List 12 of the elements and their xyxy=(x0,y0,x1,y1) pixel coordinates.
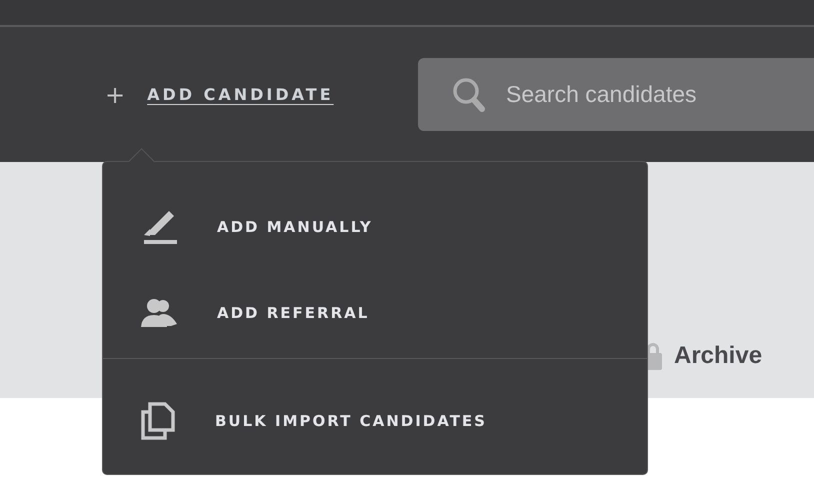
add-candidate-link[interactable]: ADD CANDIDATE xyxy=(147,85,334,104)
search-icon xyxy=(452,76,486,112)
people-icon xyxy=(141,298,177,328)
menu-item[interactable]: BULK IMPORT CANDIDATES xyxy=(103,378,647,464)
plus-icon[interactable]: + xyxy=(105,80,126,108)
menu-item[interactable]: ADD MANUALLY xyxy=(103,184,647,270)
menu-item[interactable]: ADD REFERRAL xyxy=(103,270,647,356)
search-bar[interactable]: Search candidates xyxy=(418,58,814,131)
search-field[interactable]: Search candidates xyxy=(504,80,808,109)
archive-label[interactable]: Archive xyxy=(674,342,762,370)
pencil-icon xyxy=(141,209,177,245)
copy-icon xyxy=(141,402,175,440)
